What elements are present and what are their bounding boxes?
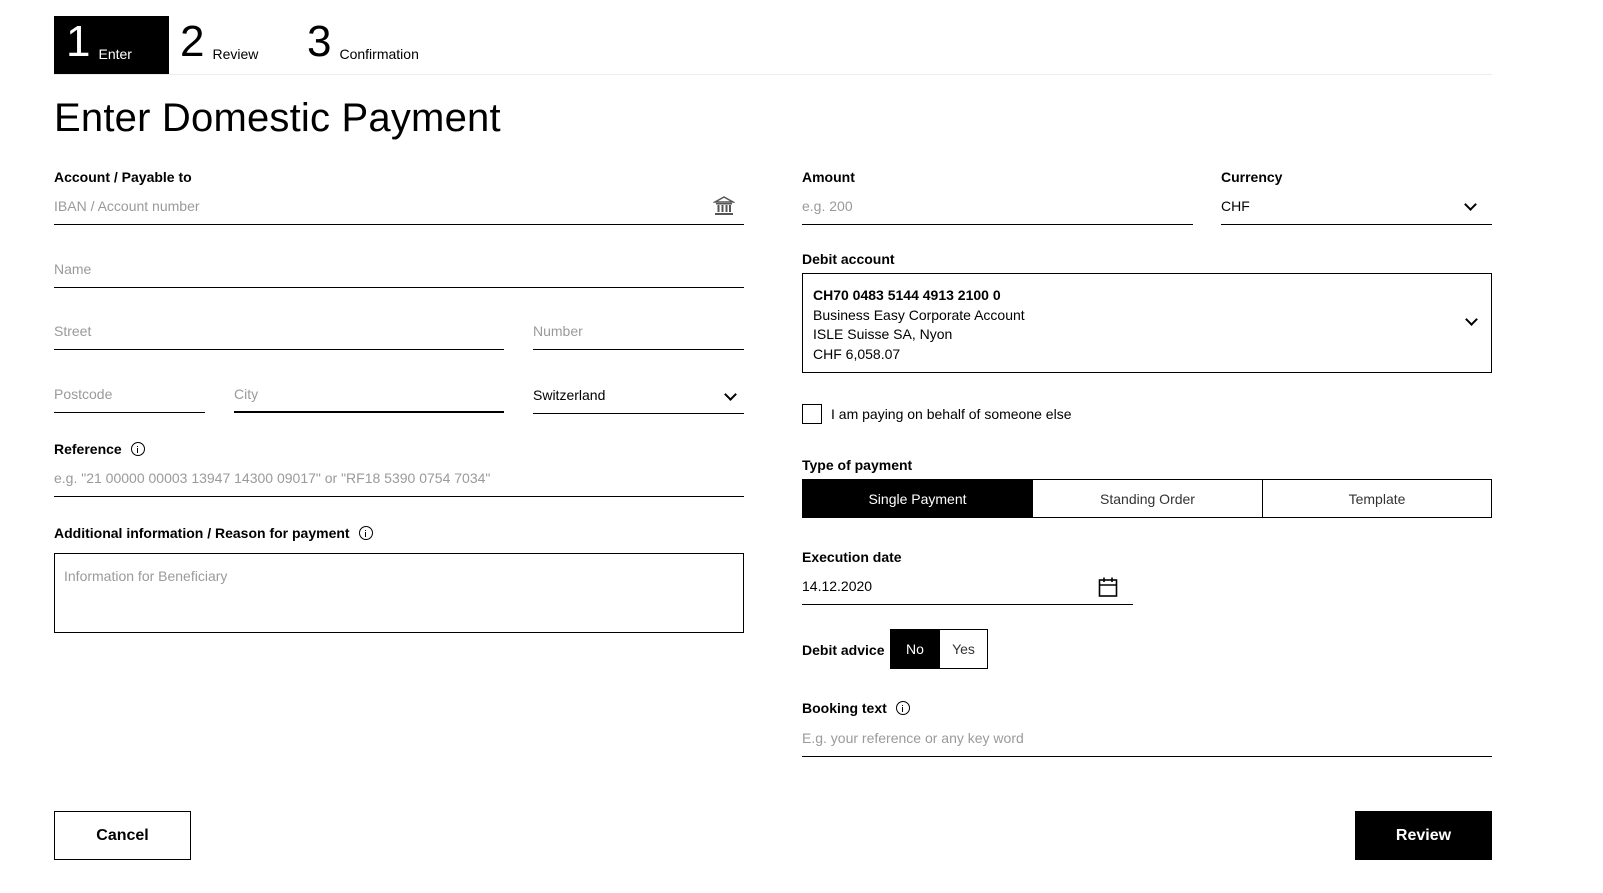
additional-info-box[interactable] [54, 553, 744, 633]
booking-text-label-text: Booking text [802, 700, 887, 716]
payment-type-standing-order[interactable]: Standing Order [1032, 479, 1263, 518]
page-title: Enter Domestic Payment [54, 96, 501, 140]
account-input[interactable] [54, 195, 744, 217]
street-input[interactable] [54, 320, 504, 342]
city-field[interactable] [234, 383, 504, 413]
execution-date-label: Execution date [802, 549, 902, 565]
booking-text-label: Booking text [802, 700, 910, 716]
step-label: Confirmation [339, 46, 419, 62]
step-label: Review [212, 46, 259, 62]
postcode-input[interactable] [54, 383, 205, 405]
step-enter[interactable]: 1 Enter [54, 16, 169, 74]
execution-date-field[interactable]: 14.12.2020 [802, 575, 1133, 605]
chevron-down-icon [1464, 198, 1477, 211]
additional-info-input[interactable] [55, 554, 743, 632]
country-value: Switzerland [533, 387, 606, 403]
currency-label: Currency [1221, 169, 1283, 185]
debit-account-select[interactable]: CH70 0483 5144 4913 2100 0 Business Easy… [802, 273, 1492, 373]
currency-select[interactable]: CHF [1221, 195, 1492, 225]
reference-label-text: Reference [54, 441, 122, 457]
debit-account-balance: CHF 6,058.07 [813, 345, 901, 362]
review-button[interactable]: Review [1355, 811, 1492, 860]
payment-type-label: Type of payment [802, 457, 913, 473]
debit-advice-no[interactable]: No [890, 629, 940, 669]
info-icon[interactable] [358, 526, 373, 540]
info-icon[interactable] [130, 442, 145, 456]
info-icon[interactable] [895, 701, 910, 715]
on-behalf-checkbox[interactable] [802, 404, 822, 424]
postcode-field[interactable] [54, 383, 205, 413]
country-select[interactable]: Switzerland [533, 384, 744, 414]
reference-field[interactable] [54, 467, 744, 497]
additional-info-label: Additional information / Reason for paym… [54, 525, 373, 541]
reference-input[interactable] [54, 467, 744, 489]
city-input[interactable] [234, 383, 504, 405]
account-field[interactable] [54, 195, 744, 225]
amount-input[interactable] [802, 195, 1193, 217]
booking-text-field[interactable] [802, 727, 1492, 757]
debit-account-iban: CH70 0483 5144 4913 2100 0 [813, 287, 1001, 303]
step-review[interactable]: 2 Review [169, 16, 289, 74]
step-label: Enter [98, 46, 132, 62]
amount-field[interactable] [802, 195, 1193, 225]
debit-account-name: Business Easy Corporate Account [813, 306, 1025, 323]
on-behalf-label[interactable]: I am paying on behalf of someone else [831, 406, 1072, 422]
bank-icon[interactable] [712, 195, 736, 222]
step-number: 2 [180, 17, 205, 66]
cancel-button[interactable]: Cancel [54, 811, 191, 860]
booking-text-input[interactable] [802, 727, 1492, 749]
step-number: 3 [307, 17, 332, 66]
step-confirmation[interactable]: 3 Confirmation [296, 16, 446, 74]
debit-account-holder: ISLE Suisse SA, Nyon [813, 326, 953, 343]
debit-account-label: Debit account [802, 251, 895, 267]
name-field[interactable] [54, 258, 744, 288]
chevron-down-icon [724, 388, 737, 401]
payee-label: Account / Payable to [54, 169, 192, 185]
number-input[interactable] [533, 320, 744, 342]
number-field[interactable] [533, 320, 744, 350]
payment-type-single[interactable]: Single Payment [802, 479, 1033, 518]
name-input[interactable] [54, 258, 744, 280]
calendar-icon[interactable] [1097, 576, 1119, 603]
amount-label: Amount [802, 169, 855, 185]
additional-info-label-text: Additional information / Reason for paym… [54, 525, 350, 541]
street-field[interactable] [54, 320, 504, 350]
payment-type-template[interactable]: Template [1262, 479, 1492, 518]
currency-value: CHF [1221, 198, 1250, 214]
execution-date-value: 14.12.2020 [802, 578, 873, 594]
step-number: 1 [66, 17, 91, 66]
debit-advice-label: Debit advice [802, 642, 885, 658]
reference-label: Reference [54, 441, 145, 457]
stepper-divider [54, 74, 1492, 75]
debit-advice-yes[interactable]: Yes [939, 629, 988, 669]
